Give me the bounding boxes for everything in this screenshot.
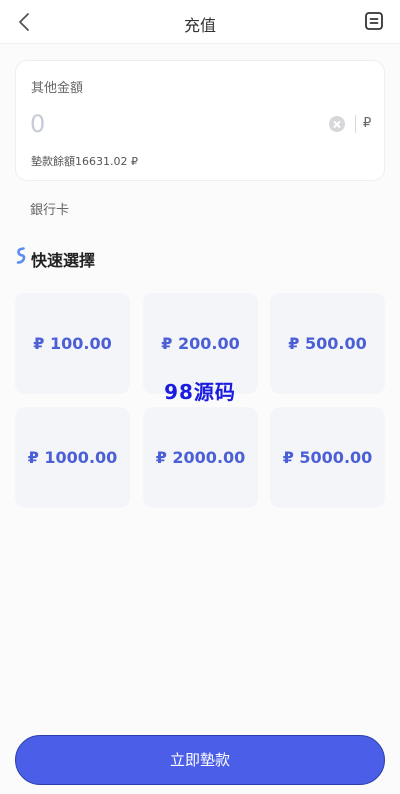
recharge-page: 充值 其他金額 ₽ 墊款餘額16631.02 ₽ 銀行卡 快速選擇 ₽ 100.… [0, 0, 400, 794]
input-divider [355, 115, 356, 133]
bank-card-option[interactable]: 銀行卡 [30, 199, 69, 218]
watermark: 98源码 [164, 380, 236, 404]
submit-advance-button[interactable]: 立即墊款 [15, 735, 385, 785]
currency-suffix: ₽ [363, 116, 372, 131]
clear-icon[interactable] [329, 116, 345, 132]
top-nav-bar: 充值 [0, 0, 400, 44]
record-list-icon [365, 12, 383, 30]
amount-option-5000[interactable]: ₽ 5000.00 [270, 407, 385, 508]
balance-text: 墊款餘額16631.02 ₽ [31, 155, 138, 168]
amount-option-1000[interactable]: ₽ 1000.00 [15, 407, 130, 508]
quick-select-title: 快速選擇 [31, 251, 96, 270]
amount-option-2000[interactable]: ₽ 2000.00 [143, 407, 258, 508]
amount-input[interactable] [30, 107, 320, 141]
other-amount-label: 其他金額 [31, 81, 84, 96]
quick-select-icon [16, 247, 26, 264]
amount-card: 其他金額 ₽ 墊款餘額16631.02 ₽ [15, 60, 385, 181]
record-button[interactable] [364, 11, 384, 31]
page-title: 充值 [183, 16, 216, 35]
